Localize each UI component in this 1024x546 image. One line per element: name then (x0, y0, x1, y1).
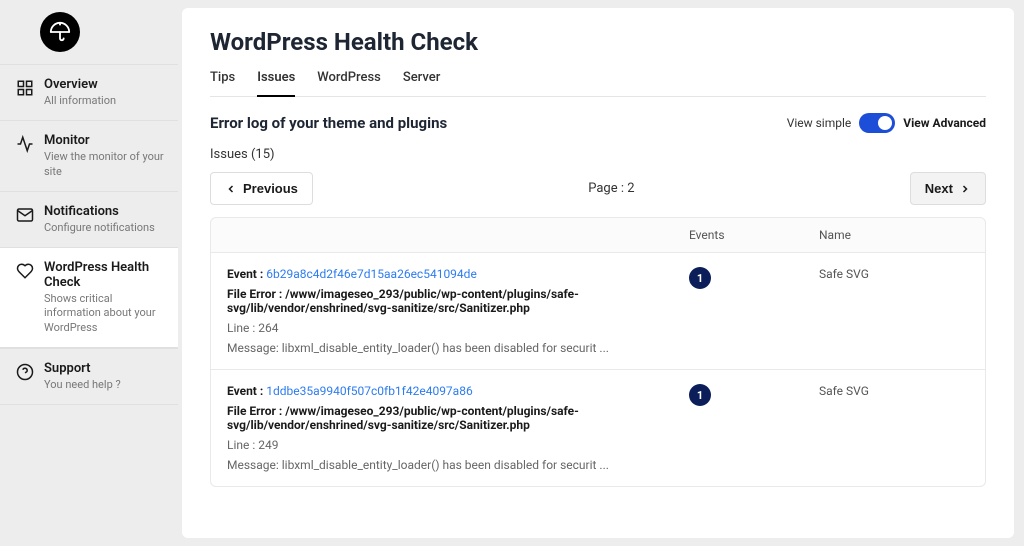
pagination: Previous Page : 2 Next (210, 172, 986, 205)
plugin-name: Safe SVG (819, 267, 969, 355)
section-heading: Error log of your theme and plugins (210, 114, 447, 132)
tabs: Tips Issues WordPress Server (210, 70, 986, 97)
sidebar-item-label: Overview (44, 77, 116, 92)
sidebar-item-label: Notifications (44, 204, 155, 219)
tab-server[interactable]: Server (403, 70, 440, 96)
tab-tips[interactable]: Tips (210, 70, 235, 96)
chevron-left-icon (225, 183, 237, 195)
line-number: Line : 264 (227, 321, 669, 335)
view-advanced-label[interactable]: View Advanced (903, 116, 986, 130)
table-row: Event : 1ddbe35a9940f507c0fb1f42e4097a86… (210, 370, 986, 487)
next-button[interactable]: Next (910, 172, 986, 205)
sidebar-item-desc: View the monitor of your site (44, 150, 168, 179)
heart-icon (16, 262, 34, 280)
error-message: Message: libxml_disable_entity_loader() … (227, 341, 669, 355)
view-toggle-group: View simple View Advanced (787, 113, 986, 133)
col-name-header: Name (819, 228, 969, 242)
help-icon (16, 363, 34, 381)
toggle-knob (878, 116, 892, 130)
sidebar-item-desc: Shows critical information about your Wo… (44, 292, 168, 335)
sidebar-item-label: WordPress Health Check (44, 260, 168, 290)
previous-button[interactable]: Previous (210, 172, 313, 205)
event-hash-link[interactable]: 6b29a8c4d2f46e7d15aa26ec541094de (266, 267, 477, 281)
events-count-badge: 1 (689, 267, 711, 289)
tab-issues[interactable]: Issues (257, 70, 295, 97)
event-hash-link[interactable]: 1ddbe35a9940f507c0fb1f42e4097a86 (266, 384, 472, 398)
sidebar-item-label: Monitor (44, 133, 168, 148)
sidebar-item-support[interactable]: Support You need help ? (0, 349, 178, 404)
sidebar-item-notifications[interactable]: Notifications Configure notifications (0, 192, 178, 247)
page-title: WordPress Health Check (210, 28, 986, 56)
view-simple-label[interactable]: View simple (787, 116, 852, 130)
event-label: Event : (227, 267, 263, 281)
next-label: Next (925, 181, 953, 196)
error-message: Message: libxml_disable_entity_loader() … (227, 458, 669, 472)
sidebar-item-desc: Configure notifications (44, 221, 155, 235)
col-events-header: Events (689, 228, 819, 242)
table-row: Event : 6b29a8c4d2f46e7d15aa26ec541094de… (210, 253, 986, 370)
file-error-label: File Error : (227, 404, 282, 418)
sidebar-item-desc: You need help ? (44, 378, 121, 392)
sidebar-item-label: Support (44, 361, 121, 376)
line-number: Line : 249 (227, 438, 669, 452)
issues-count: Issues (15) (210, 147, 986, 162)
sidebar-item-overview[interactable]: Overview All information (0, 65, 178, 120)
previous-label: Previous (243, 181, 298, 196)
file-error-label: File Error : (227, 287, 282, 301)
sidebar-item-monitor[interactable]: Monitor View the monitor of your site (0, 121, 178, 191)
grid-icon (16, 79, 34, 97)
events-count-badge: 1 (689, 384, 711, 406)
tab-wordpress[interactable]: WordPress (317, 70, 381, 96)
sidebar-item-health-check[interactable]: WordPress Health Check Shows critical in… (0, 247, 178, 348)
main-panel: WordPress Health Check Tips Issues WordP… (182, 8, 1014, 538)
activity-icon (16, 135, 34, 153)
logo-wrap (0, 12, 178, 64)
plugin-name: Safe SVG (819, 384, 969, 472)
chevron-right-icon (959, 183, 971, 195)
event-label: Event : (227, 384, 263, 398)
table-header: Events Name (210, 217, 986, 253)
sidebar: Overview All information Monitor View th… (0, 0, 178, 546)
page-indicator: Page : 2 (588, 181, 634, 196)
view-toggle[interactable] (859, 113, 895, 133)
umbrella-icon (49, 21, 71, 43)
sidebar-item-desc: All information (44, 94, 116, 108)
mail-icon (16, 206, 34, 224)
logo[interactable] (40, 12, 80, 52)
